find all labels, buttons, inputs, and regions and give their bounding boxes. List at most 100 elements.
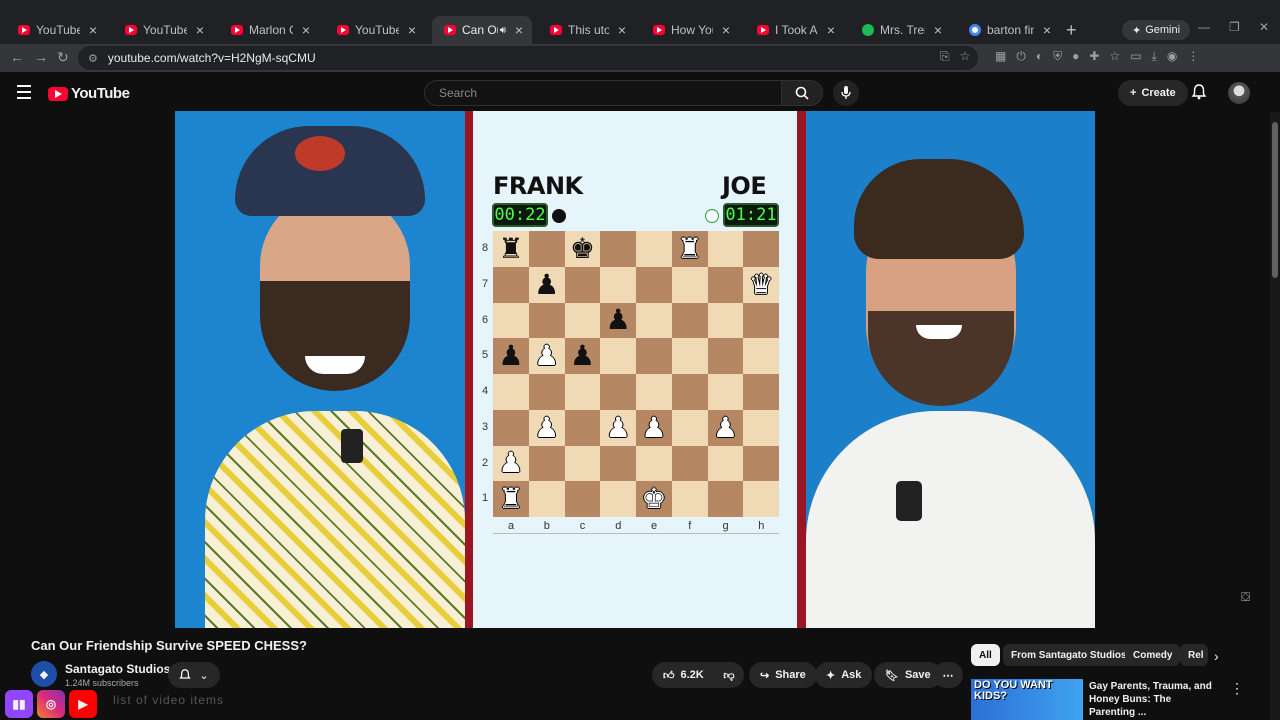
scrollbar-thumb[interactable] [1272, 122, 1278, 278]
search-input[interactable]: Search [424, 80, 782, 106]
turn-indicator-white [705, 209, 719, 223]
file-label: h [758, 520, 765, 532]
url-bar[interactable]: ⚙ youtube.com/watch?v=H2NgM-sqCMU [78, 46, 978, 70]
account-avatar[interactable] [1228, 82, 1250, 104]
tab-title: How Your Pa [671, 23, 713, 37]
recommendation-thumbnail[interactable]: DO YOU WANT KIDS? [971, 679, 1083, 720]
white-pawn-icon: ♟ [605, 411, 631, 443]
chip-all[interactable]: All [971, 644, 1000, 666]
board-square-a7 [493, 266, 529, 303]
menu-icon[interactable]: ⋮ [1187, 49, 1199, 64]
board-square-b3: ♟ [528, 409, 565, 446]
chevron-right-icon[interactable]: › [1214, 648, 1219, 664]
chip-from-channel[interactable]: From Santagato Studios [1003, 644, 1135, 666]
bookmark-star-icon[interactable]: ☆ [960, 49, 971, 64]
close-window-button[interactable]: ✕ [1259, 20, 1269, 34]
recommendation-title[interactable]: Gay Parents, Trauma, and Honey Buns: The… [1089, 680, 1217, 719]
gemini-button[interactable]: ✦ Gemini [1122, 20, 1191, 40]
close-tab-icon[interactable]: × [1040, 22, 1054, 38]
vpn-icon[interactable]: ● [1072, 49, 1079, 64]
save-button[interactable]: 🔖︎ Save [874, 662, 942, 688]
new-tab-button[interactable]: + [1066, 20, 1077, 41]
shield-icon[interactable]: ⛨ [1053, 49, 1062, 64]
close-tab-icon[interactable]: × [615, 22, 629, 38]
board-square-h3 [743, 409, 779, 446]
speaker-icon[interactable]: 🔊︎ [500, 25, 506, 36]
minimize-button[interactable]: — [1198, 20, 1210, 34]
close-tab-icon[interactable]: × [719, 22, 733, 38]
browser-tab[interactable]: Marlon Gets × [219, 16, 319, 44]
youtube-app-icon[interactable]: ▶ [69, 690, 97, 718]
video-player[interactable]: FRANK JOE 00:22 01:21 ♜ ♚ ♜ ♟ ♛ ♟ ♟ ♟ ♟ ♟ ♟ ♟ ♟ ♟ ♜ ♚ 8… [175, 111, 1095, 628]
browser-tab[interactable]: YouTube × [325, 16, 425, 44]
forward-button[interactable]: → [34, 49, 48, 65]
video-title: Can Our Friendship Survive SPEED CHESS? [31, 638, 307, 653]
chip-related[interactable]: Rel [1180, 644, 1208, 666]
youtube-logo[interactable]: YouTube [48, 85, 130, 102]
maximize-button[interactable]: ❐ [1229, 20, 1240, 34]
board-square-d5 [600, 338, 636, 374]
close-tab-icon[interactable]: × [405, 22, 419, 38]
right-red-stripe [797, 111, 806, 628]
close-tab-icon[interactable]: × [512, 22, 526, 38]
close-tab-icon[interactable]: × [86, 22, 100, 38]
channel-avatar[interactable]: ◆ [31, 661, 57, 687]
close-tab-icon[interactable]: × [193, 22, 207, 38]
page-scrollbar[interactable] [1270, 112, 1280, 720]
share-button[interactable]: ↪ Share [749, 662, 817, 688]
close-tab-icon[interactable]: × [299, 22, 313, 38]
channel-name[interactable]: Santagato Studios [65, 662, 170, 676]
search-button[interactable] [781, 80, 823, 106]
board-square-c6 [564, 302, 601, 339]
board-square-d2 [600, 445, 636, 482]
ask-button[interactable]: ✦ Ask [815, 662, 873, 688]
browser-tab[interactable]: YouTube × [113, 16, 213, 44]
browser-tab[interactable]: YouTube × [6, 16, 106, 44]
like-button[interactable]: 👍︎ 6.2K [652, 662, 714, 688]
board-square-c8: ♚ [564, 231, 601, 267]
save-label: Save [904, 669, 931, 681]
browser-tab[interactable]: Mrs. Trends × [850, 16, 951, 44]
browser-tab[interactable]: Can Our Frie🔊︎ × [432, 16, 532, 44]
gemini-label: Gemini [1145, 24, 1181, 36]
extension-icon[interactable]: ▦ [995, 49, 1006, 64]
back-button[interactable]: ← [10, 49, 24, 65]
browser-tab[interactable]: I Took A Bat × [745, 16, 844, 44]
notifications-button[interactable] [1191, 84, 1207, 105]
side-panel-icon[interactable]: ▭ [1130, 49, 1141, 64]
twitch-icon[interactable]: ▮▮ [5, 690, 33, 718]
rank-label: 7 [482, 277, 489, 290]
power-icon[interactable]: ⏻ [1016, 49, 1026, 64]
left-person-beard [260, 281, 410, 391]
site-info-icon[interactable]: ⚙ [88, 52, 98, 65]
dislike-button[interactable]: 👎︎ [714, 662, 744, 688]
browser-tab[interactable]: barton fink × [957, 16, 1060, 44]
reload-button[interactable]: ↻ [57, 49, 69, 66]
audio-icon[interactable]: ◐ [1036, 49, 1043, 64]
youtube-icon [18, 25, 30, 35]
close-tab-icon[interactable]: × [931, 22, 945, 38]
board-square-h2 [743, 445, 779, 482]
browser-tab[interactable]: This utopia × [538, 16, 635, 44]
more-actions-button[interactable]: ⋯ [933, 662, 963, 688]
profile-icon[interactable]: ◉ [1167, 49, 1177, 64]
voice-search-button[interactable] [833, 80, 859, 106]
subscription-bell-button[interactable]: ⌄ [168, 662, 220, 688]
tab-title: This utopia [568, 23, 609, 37]
recommendation-more-icon[interactable]: ⋮ [1230, 680, 1244, 697]
rank-label: 2 [482, 456, 489, 469]
browser-tab[interactable]: How Your Pa × [641, 16, 739, 44]
black-pawn-icon: ♟ [569, 340, 595, 372]
bookmark-icon[interactable]: ☆ [1109, 49, 1120, 64]
board-square-f8: ♜ [671, 231, 708, 267]
install-app-icon[interactable]: ⎘ [940, 49, 950, 64]
puzzle-icon[interactable]: ✚ [1089, 49, 1099, 64]
file-label: c [579, 520, 586, 532]
tab-title: YouTube [355, 23, 399, 37]
close-tab-icon[interactable]: × [824, 22, 838, 38]
hamburger-menu-icon[interactable] [17, 85, 31, 103]
instagram-icon[interactable]: ◎ [37, 690, 65, 718]
download-icon[interactable]: ⤓ [1152, 49, 1157, 64]
create-button[interactable]: + Create [1118, 80, 1188, 106]
chip-comedy[interactable]: Comedy [1125, 644, 1181, 666]
